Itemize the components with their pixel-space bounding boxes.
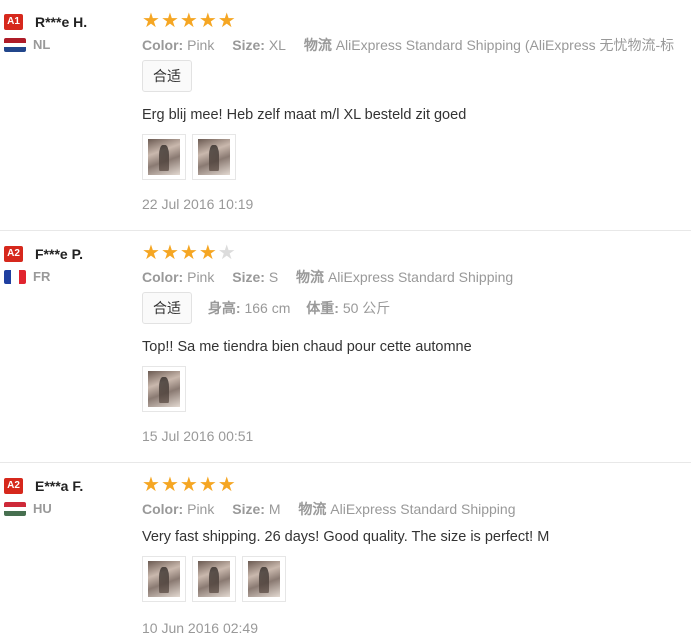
reviewer-country: HU [33, 501, 52, 516]
reviewer-name: R***e H. [35, 14, 88, 30]
review-item: A1 R***e H. NL ★★★★★ Color: Pink Size: X… [0, 10, 691, 230]
review-item: A2 E***a F. HU ★★★★★ Color: Pink Size: M… [0, 474, 691, 638]
hu-flag-icon [4, 502, 26, 516]
star-rating: ★★★★★ [142, 10, 237, 32]
star-icon: ★ [179, 474, 199, 496]
reviewer-level-badge: A2 [4, 478, 23, 494]
reviewer-name: F***e P. [35, 246, 83, 262]
reviewer-country: FR [33, 269, 51, 284]
review-date: 22 Jul 2016 10:19 [142, 196, 254, 212]
reviewer-level-badge: A1 [4, 14, 23, 30]
fit-tag: 合适 [142, 292, 192, 324]
review-text: Very fast shipping. 26 days! Good qualit… [142, 529, 550, 545]
star-icon: ★ [217, 10, 237, 32]
star-icon: ★ [160, 242, 180, 264]
star-icon: ★ [198, 242, 218, 264]
star-icon: ★ [198, 474, 218, 496]
size-value: S [268, 269, 279, 285]
order-attributes: Color: Pink Size: S 物流 AliExpress Standa… [142, 268, 513, 286]
size-label: Size: [232, 269, 265, 285]
size-value: XL [268, 37, 286, 53]
order-attributes: Color: Pink Size: M 物流 AliExpress Standa… [142, 500, 516, 518]
review-divider [0, 462, 691, 463]
reviewer-country: NL [33, 37, 51, 52]
color-label: Color: [142, 37, 184, 53]
review-image-thumbnail[interactable] [142, 366, 186, 412]
logistics-label: 物流 [298, 501, 327, 517]
fr-flag-icon [4, 270, 26, 284]
review-text: Top!! Sa me tiendra bien chaud pour cett… [142, 339, 472, 355]
tag-row: 合适 [142, 60, 192, 92]
star-icon: ★ [179, 242, 199, 264]
star-icon: ★ [160, 474, 180, 496]
star-icon: ★ [160, 10, 180, 32]
logistics-label: 物流 [303, 37, 332, 53]
review-images [142, 556, 292, 602]
height-label: 身高: [207, 300, 241, 316]
review-image-thumbnail[interactable] [192, 134, 236, 180]
star-icon: ★ [217, 474, 237, 496]
nl-flag-icon [4, 38, 26, 52]
color-value: Pink [187, 501, 215, 517]
star-icon: ★ [198, 10, 218, 32]
review-divider [0, 230, 691, 231]
logistics-label: 物流 [296, 269, 325, 285]
logistics-value: AliExpress Standard Shipping [330, 501, 516, 517]
star-icon: ★ [142, 10, 161, 32]
weight-info: 体重: 50 公斤 [306, 299, 390, 317]
color-value: Pink [187, 37, 215, 53]
star-rating: ★★★★★ [142, 474, 237, 496]
review-images [142, 366, 192, 412]
star-empty-icon: ★ [217, 242, 237, 264]
review-image-thumbnail[interactable] [242, 556, 286, 602]
fit-tag: 合适 [142, 60, 192, 92]
height-value: 166 cm [244, 300, 291, 316]
review-text: Erg blij mee! Heb zelf maat m/l XL beste… [142, 107, 467, 123]
color-value: Pink [187, 269, 215, 285]
logistics-value: AliExpress Standard Shipping [327, 269, 514, 285]
review-image-thumbnail[interactable] [142, 556, 186, 602]
star-icon: ★ [142, 242, 161, 264]
review-images [142, 134, 242, 180]
order-attributes: Color: Pink Size: XL 物流 AliExpress Stand… [142, 36, 674, 54]
height-info: 身高: 166 cm [208, 299, 290, 317]
star-icon: ★ [179, 10, 199, 32]
logistics-value: AliExpress Standard Shipping (AliExpress… [335, 37, 675, 53]
size-label: Size: [232, 37, 265, 53]
review-image-thumbnail[interactable] [192, 556, 236, 602]
reviewer-name: E***a F. [35, 478, 84, 494]
review-date: 15 Jul 2016 00:51 [142, 428, 254, 444]
review-image-thumbnail[interactable] [142, 134, 186, 180]
weight-label: 体重: [306, 300, 339, 316]
star-rating: ★★★★★ [142, 242, 237, 264]
color-label: Color: [142, 501, 184, 517]
review-date: 10 Jun 2016 02:49 [142, 620, 258, 636]
review-item: A2 F***e P. FR ★★★★★ Color: Pink Size: S… [0, 242, 691, 462]
reviewer-level-badge: A2 [4, 246, 23, 262]
size-value: M [268, 501, 281, 517]
color-label: Color: [142, 269, 184, 285]
weight-value: 50 公斤 [342, 300, 391, 316]
star-icon: ★ [142, 474, 161, 496]
size-label: Size: [232, 501, 265, 517]
tag-row: 合适 身高: 166 cm 体重: 50 公斤 [142, 292, 390, 324]
